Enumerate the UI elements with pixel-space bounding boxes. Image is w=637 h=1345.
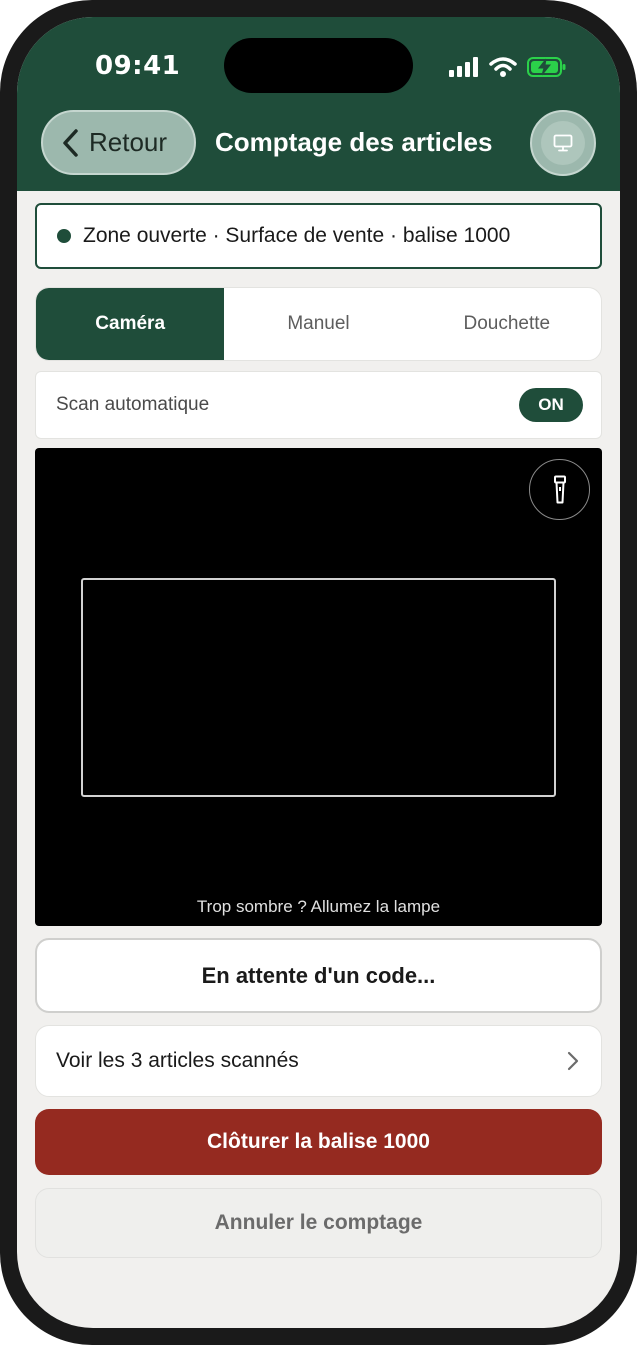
chevron-left-icon	[63, 128, 78, 157]
scan-status: En attente d'un code...	[35, 938, 602, 1013]
torch-button[interactable]	[529, 459, 590, 520]
monitor-icon	[553, 134, 573, 152]
status-time: 09:41	[95, 51, 181, 81]
monitor-button[interactable]	[530, 110, 596, 176]
phone-frame: 09:41 Retour Comptage des articles Zone …	[0, 0, 637, 1345]
battery-charging-icon	[527, 57, 566, 77]
app-screen: 09:41 Retour Comptage des articles Zone …	[17, 17, 620, 1328]
auto-scan-toggle[interactable]: ON	[519, 388, 583, 422]
zone-status-text: Zone ouverte · Surface de vente · balise…	[83, 224, 511, 247]
auto-scan-label: Scan automatique	[56, 394, 210, 415]
scanned-items-link[interactable]: Voir les 3 articles scannés	[35, 1025, 602, 1097]
close-tag-button[interactable]: Clôturer la balise 1000	[35, 1109, 602, 1175]
wifi-icon	[489, 57, 517, 77]
scan-target-frame	[81, 578, 556, 797]
zone-status-banner: Zone ouverte · Surface de vente · balise…	[35, 203, 602, 269]
camera-hint: Trop sombre ? Allumez la lampe	[196, 897, 441, 916]
flashlight-icon	[553, 475, 566, 503]
tab-camera[interactable]: Caméra	[36, 288, 225, 360]
app-header: 09:41 Retour Comptage des articles	[17, 17, 620, 191]
scan-mode-tabs: Caméra Manuel Douchette	[35, 287, 602, 361]
auto-scan-row: Scan automatique ON	[35, 371, 602, 439]
zone-status-dot	[57, 229, 71, 243]
page-title: Comptage des articles	[215, 127, 493, 157]
signal-icon	[449, 57, 478, 77]
status-icons	[449, 55, 567, 79]
monitor-button-inner	[541, 121, 585, 165]
scanned-items-label: Voir les 3 articles scannés	[56, 1049, 299, 1072]
cancel-count-button[interactable]: Annuler le comptage	[35, 1188, 602, 1258]
chevron-right-icon	[567, 1051, 579, 1071]
tab-manual[interactable]: Manuel	[224, 288, 412, 360]
back-button[interactable]: Retour	[41, 110, 196, 175]
dynamic-island	[224, 38, 413, 93]
camera-viewfinder[interactable]: Trop sombre ? Allumez la lampe	[35, 448, 602, 926]
tab-scanner[interactable]: Douchette	[413, 288, 601, 360]
back-button-label: Retour	[89, 127, 168, 157]
